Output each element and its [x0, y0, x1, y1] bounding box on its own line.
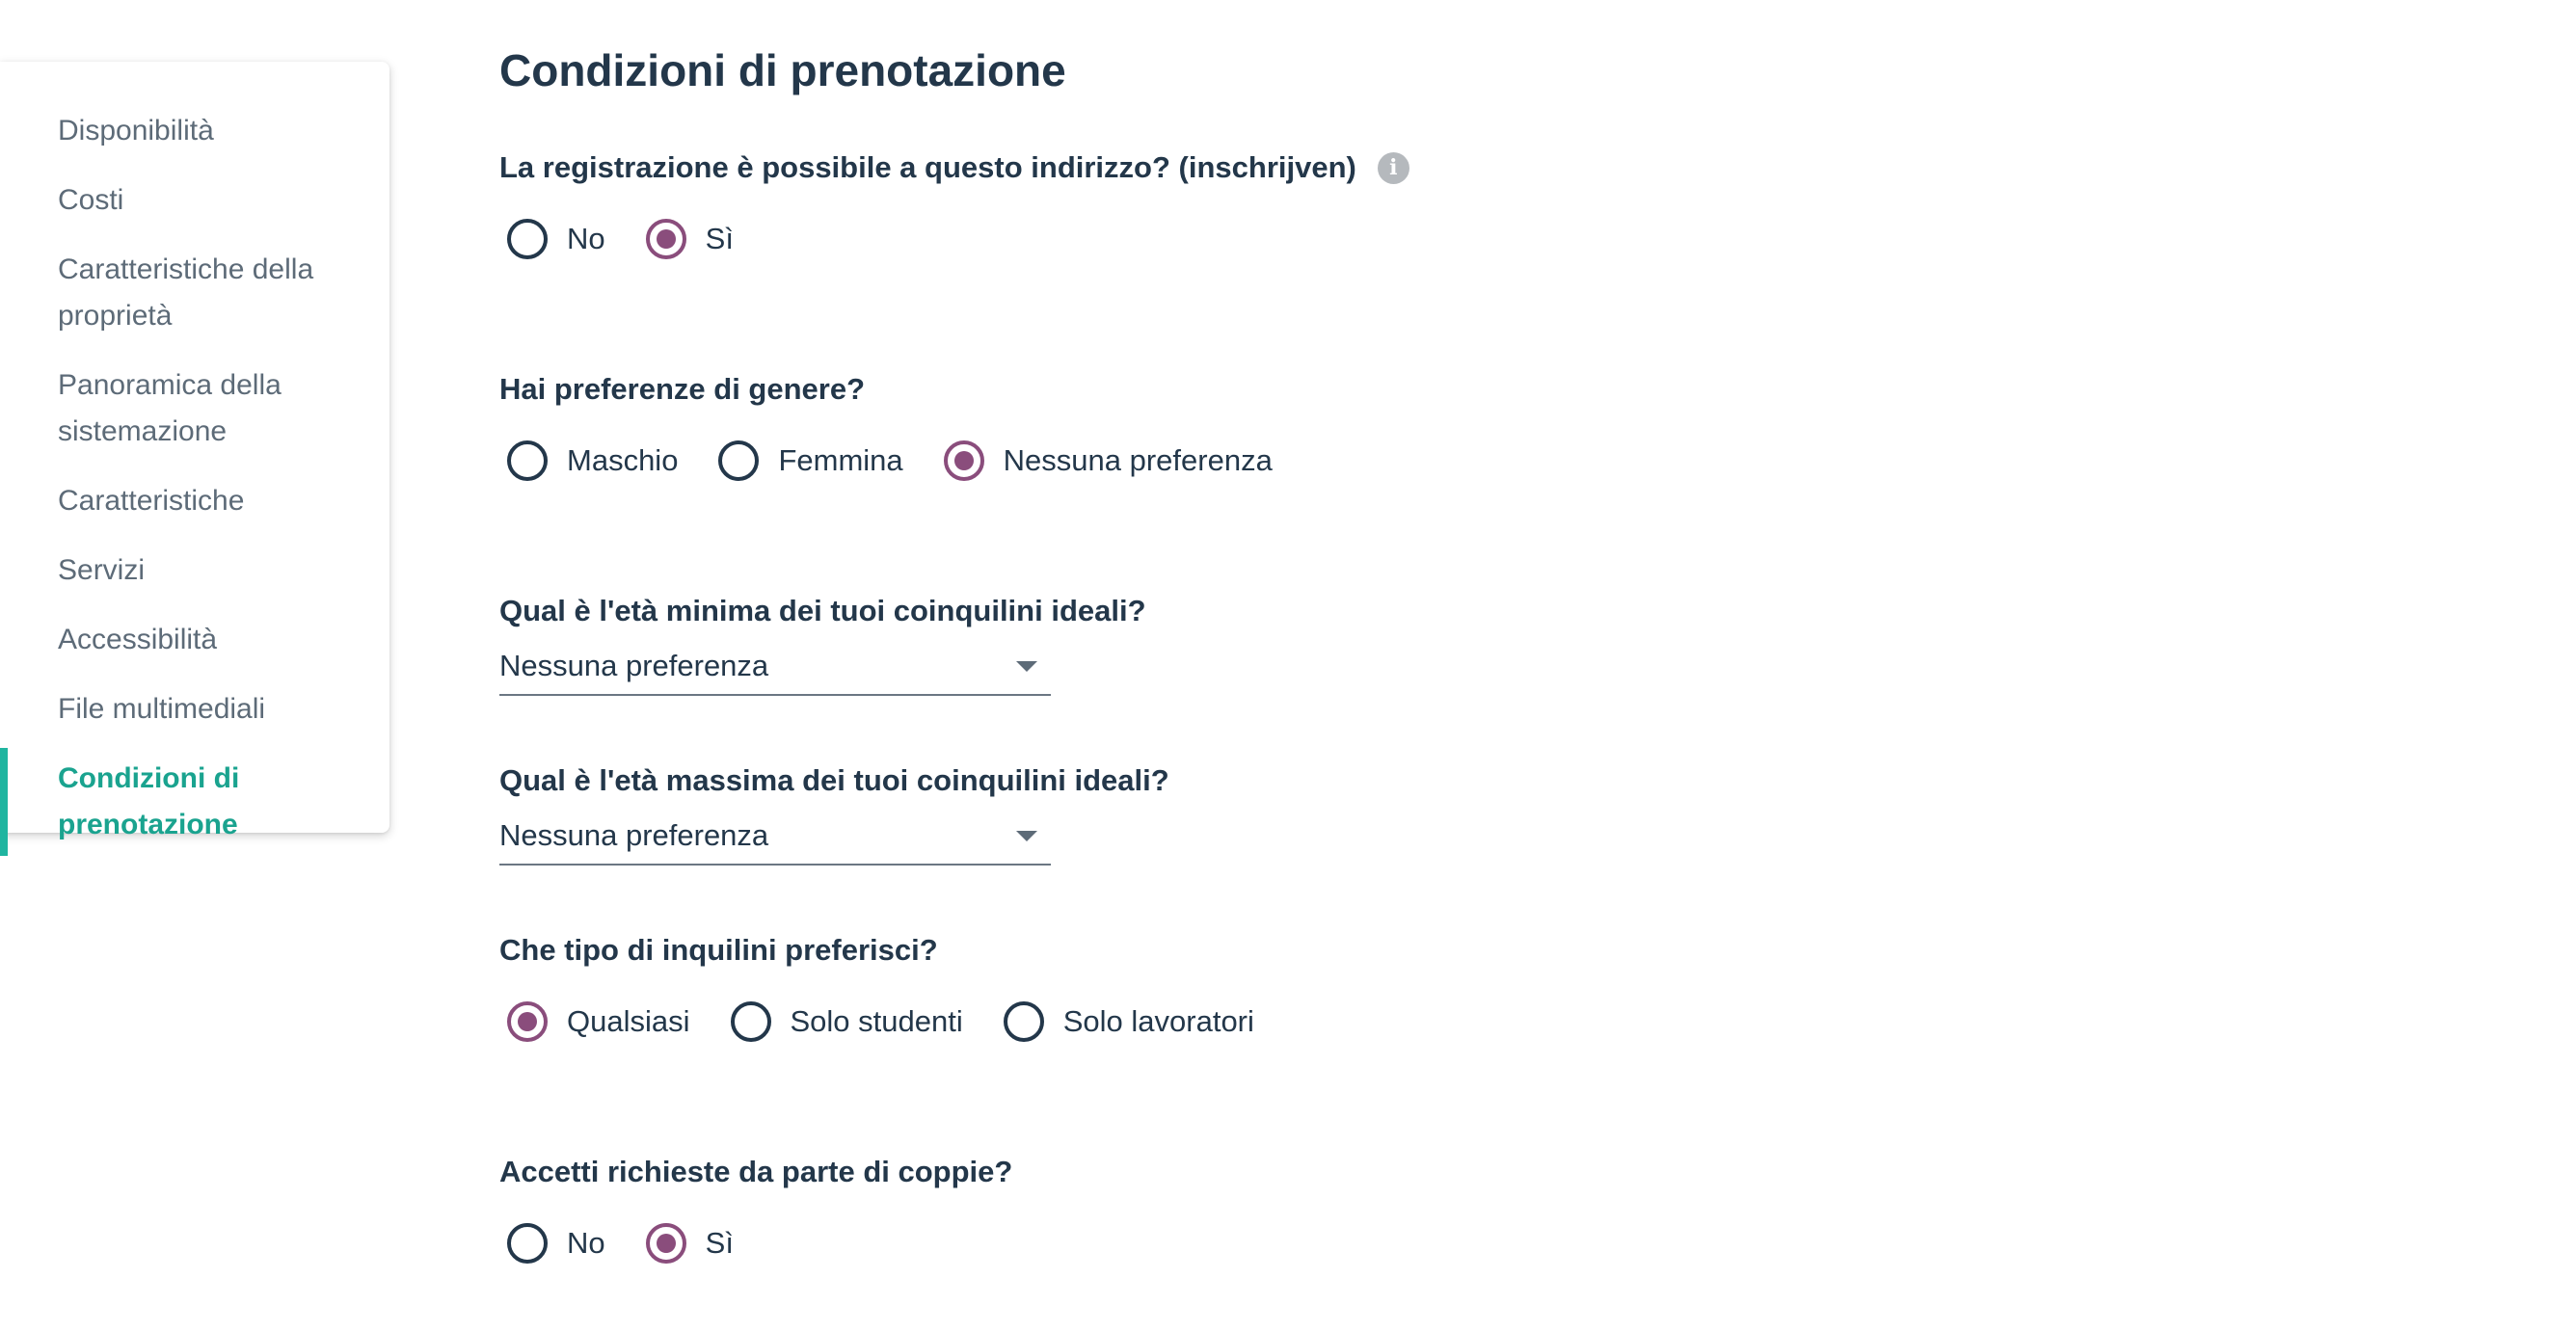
tenant-type-option-solo-studenti[interactable]: Solo studenti	[723, 999, 963, 1045]
gender-section: Hai preferenze di genere? Maschio Femmin…	[499, 366, 2042, 484]
max-age-value: Nessuna preferenza	[499, 818, 769, 852]
radio-label: Nessuna preferenza	[1003, 443, 1273, 477]
radio-label: Qualsiasi	[567, 1004, 690, 1038]
page-title: Condizioni di prenotazione	[499, 45, 1066, 95]
main-content: Condizioni di prenotazione La registrazi…	[499, 39, 2042, 1266]
radio-unchecked-icon[interactable]	[718, 440, 760, 481]
radio-checked-icon[interactable]	[645, 1223, 686, 1264]
couples-question: Accetti richieste da parte di coppie?	[499, 1155, 1013, 1188]
max-age-question: Qual è l'età massima dei tuoi coinquilin…	[499, 763, 1169, 797]
radio-unchecked-icon[interactable]	[507, 440, 548, 481]
registration-option-no[interactable]: No	[499, 216, 605, 262]
gender-option-maschio[interactable]: Maschio	[499, 438, 678, 484]
registration-section: La registrazione è possibile a questo in…	[499, 145, 2042, 262]
tenant-type-option-solo-lavoratori[interactable]: Solo lavoratori	[996, 999, 1254, 1045]
radio-label: Maschio	[567, 443, 679, 477]
caret-down-icon	[1016, 660, 1037, 672]
radio-label: Solo lavoratori	[1062, 1004, 1254, 1038]
min-age-question: Qual è l'età minima dei tuoi coinquilini…	[499, 594, 1146, 627]
gender-option-nessuna-preferenza[interactable]: Nessuna preferenza	[936, 438, 1273, 484]
sidebar-item-costi[interactable]: Costi	[0, 170, 389, 231]
caret-down-icon	[1016, 830, 1037, 841]
radio-label: Solo studenti	[790, 1004, 963, 1038]
couples-option-no[interactable]: No	[499, 1220, 605, 1266]
sidebar-item-servizi[interactable]: Servizi	[0, 540, 389, 601]
radio-label: No	[567, 1226, 605, 1260]
sidebar-item-disponibilita[interactable]: Disponibilità	[0, 100, 389, 162]
tenant-type-radio-group: Qualsiasi Solo studenti Solo lavoratori	[499, 999, 2042, 1045]
radio-label: No	[567, 222, 605, 255]
radio-label: Sì	[705, 222, 734, 255]
info-icon[interactable]: i	[1377, 151, 1409, 184]
couples-section: Accetti richieste da parte di coppie? No…	[499, 1149, 2042, 1266]
max-age-select[interactable]: Nessuna preferenza	[499, 812, 1051, 866]
sidebar-item-caratteristiche[interactable]: Caratteristiche	[0, 470, 389, 532]
sidebar-item-condizioni-prenotazione[interactable]: Condizioni di prenotazione	[0, 748, 389, 856]
gender-option-femmina[interactable]: Femmina	[711, 438, 903, 484]
radio-checked-icon[interactable]	[507, 1001, 548, 1042]
radio-checked-icon[interactable]	[943, 440, 984, 481]
sidebar-item-panoramica-sistemazione[interactable]: Panoramica della sistemazione	[0, 355, 389, 463]
sidebar-item-caratteristiche-proprieta[interactable]: Caratteristiche della proprietà	[0, 239, 389, 347]
registration-radio-group: No Sì	[499, 216, 2042, 262]
registration-question-label: La registrazione è possibile a questo in…	[499, 150, 1356, 184]
registration-option-si[interactable]: Sì	[638, 216, 734, 262]
radio-unchecked-icon[interactable]	[1003, 1001, 1044, 1042]
couples-radio-group: No Sì	[499, 1220, 2042, 1266]
tenant-type-section: Che tipo di inquilini preferisci? Qualsi…	[499, 927, 2042, 1045]
tenant-type-question: Che tipo di inquilini preferisci?	[499, 933, 938, 967]
sidebar-nav: Disponibilità Costi Caratteristiche dell…	[0, 62, 389, 856]
radio-label: Sì	[705, 1226, 734, 1260]
radio-unchecked-icon[interactable]	[507, 1223, 548, 1264]
registration-question: La registrazione è possibile a questo in…	[499, 145, 2042, 191]
radio-checked-icon[interactable]	[645, 219, 686, 259]
radio-unchecked-icon[interactable]	[507, 219, 548, 259]
tenant-type-option-qualsiasi[interactable]: Qualsiasi	[499, 999, 690, 1045]
max-age-section: Qual è l'età massima dei tuoi coinquilin…	[499, 758, 2042, 866]
sidebar-item-accessibilita[interactable]: Accessibilità	[0, 609, 389, 671]
radio-unchecked-icon[interactable]	[730, 1001, 771, 1042]
radio-label: Femmina	[778, 443, 903, 477]
gender-question: Hai preferenze di genere?	[499, 372, 866, 406]
min-age-value: Nessuna preferenza	[499, 649, 769, 682]
min-age-select[interactable]: Nessuna preferenza	[499, 642, 1051, 696]
gender-radio-group: Maschio Femmina Nessuna preferenza	[499, 438, 2042, 484]
couples-option-si[interactable]: Sì	[638, 1220, 734, 1266]
min-age-section: Qual è l'età minima dei tuoi coinquilini…	[499, 588, 2042, 696]
sidebar-item-file-multimediali[interactable]: File multimediali	[0, 679, 389, 740]
